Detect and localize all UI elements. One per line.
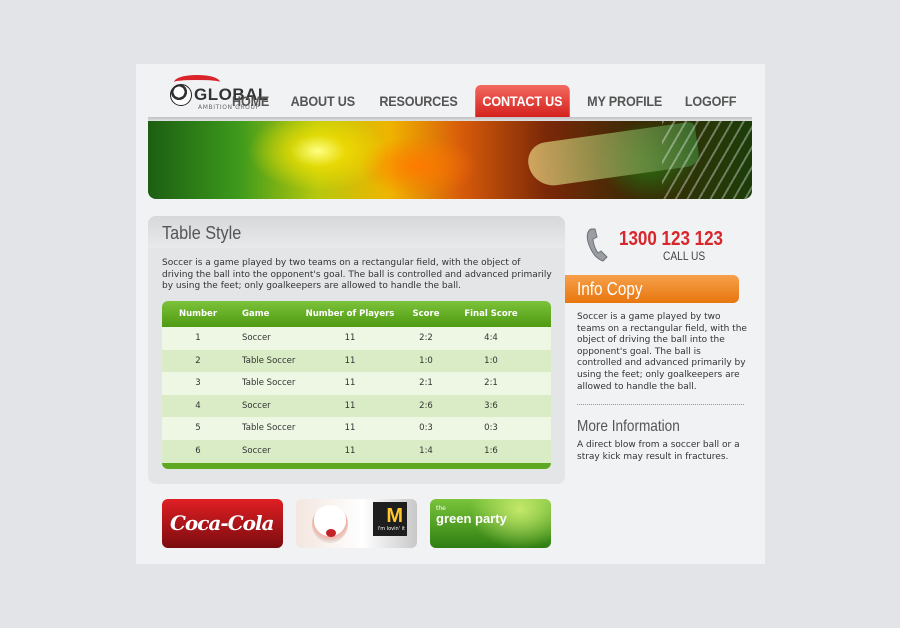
hero-banner [148,121,752,199]
header-final-score: Final Score [464,309,518,319]
cell-players: 11 [344,355,356,366]
cell-game: Table Soccer [242,355,296,366]
cell-score: 1:0 [419,355,433,366]
cell-number: 1 [195,333,201,343]
info-text: Soccer is a game played by two teams on … [577,312,747,392]
banner-stripes [662,121,752,199]
cell-players: 11 [344,445,356,456]
ad-coca-cola-logo: Coca-Cola [170,511,275,535]
cell-number: 3 [195,378,201,389]
nav-logoff[interactable]: LOGOFF [678,85,744,117]
cell-players: 11 [344,400,356,411]
soccer-ball-icon [170,84,192,106]
nav-home[interactable]: HOME [225,85,276,117]
cell-score: 2:1 [419,378,433,389]
cell-game: Soccer [242,445,271,456]
more-info-title: More Information [577,418,680,435]
mcdonalds-arches-icon: M [386,505,403,527]
info-header: Info Copy [565,275,739,303]
table-row: 6 Soccer 11 1:4 1:6 [162,439,551,463]
cell-final-score: 2:1 [484,378,498,389]
cell-number: 2 [195,355,201,366]
ad-baby-mouth [326,529,336,537]
call-us-label: CALL US [663,249,706,263]
ad-baby-image [312,505,348,543]
cell-score: 0:3 [419,423,433,434]
cell-game: Table Soccer [242,423,296,434]
nav-about-us[interactable]: ABOUT US [284,85,363,117]
main-content: Table Style Soccer is a game played by t… [148,216,565,484]
cell-final-score: 0:3 [484,423,498,434]
cell-number: 6 [195,445,201,456]
table-row: 2 Table Soccer 11 1:0 1:0 [162,349,551,373]
ad-coca-cola[interactable]: Coca-Cola [162,499,283,548]
more-info-text: A direct blow from a soccer ball or a st… [577,440,740,462]
page-title: Table Style [162,223,242,243]
table-body: 1 Soccer 11 2:2 4:4 2 Table Soccer 11 1:… [162,327,551,463]
nav-contact-us[interactable]: CONTACT US [475,85,570,117]
cell-game: Soccer [242,400,271,411]
info-title: Info Copy [577,279,643,299]
phone-icon [586,228,608,262]
table-footer [162,463,551,469]
page: GLOBAL AMBITION GROUP HOME ABOUT US RESO… [136,64,765,564]
header-score: Score [412,309,440,319]
table-header: Number Game Number of Players Score Fina… [162,301,551,327]
sidebar-divider [577,404,744,405]
cell-players: 11 [344,378,356,389]
phone-number[interactable]: 1300 123 123 [619,228,723,251]
cell-number: 5 [195,423,201,434]
header-game: Game [242,309,270,319]
cell-number: 4 [195,400,201,411]
table-row: 5 Table Soccer 11 0:3 0:3 [162,417,551,440]
nav-resources[interactable]: RESOURCES [372,85,465,117]
cell-game: Soccer [242,333,271,343]
content-header: Table Style [148,216,565,248]
nav-my-profile[interactable]: MY PROFILE [580,85,669,117]
cell-game: Table Soccer [242,378,296,389]
ad-green-party[interactable]: the green party [430,499,551,548]
cell-players: 11 [344,423,356,434]
table-row: 1 Soccer 11 2:2 4:4 [162,327,551,350]
main-nav: HOME ABOUT US RESOURCES CONTACT US MY PR… [222,85,747,119]
cell-players: 11 [344,333,356,343]
header-players: Number of Players [305,309,395,319]
table-row: 4 Soccer 11 2:6 3:6 [162,394,551,418]
cell-score: 2:2 [419,333,433,343]
cell-score: 2:6 [419,400,433,411]
table-row: 3 Table Soccer 11 2:1 2:1 [162,372,551,395]
cell-final-score: 3:6 [484,400,498,411]
cell-final-score: 4:4 [484,333,498,343]
ad-mcdonalds-slogan: i'm lovin' it [377,526,405,532]
cell-final-score: 1:6 [484,445,498,456]
header-number: Number [178,309,218,319]
ad-green-party-title: green party [436,511,507,526]
content-description: Soccer is a game played by two teams on … [162,258,552,292]
cell-score: 1:4 [419,445,433,456]
cell-final-score: 1:0 [484,355,498,366]
ad-mcdonalds[interactable]: M i'm lovin' it [296,499,417,548]
scores-table: Number Game Number of Players Score Fina… [162,301,551,469]
